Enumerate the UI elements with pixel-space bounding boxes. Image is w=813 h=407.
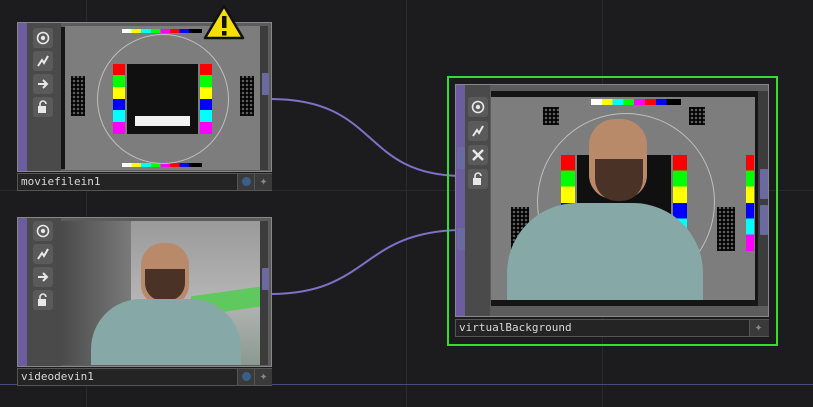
node-label-bar[interactable]: videodevin1 ✦ <box>17 368 272 386</box>
node-color-strip <box>456 85 465 316</box>
node-viewer-toggle[interactable] <box>237 369 255 385</box>
node-viewer-testpattern[interactable] <box>65 26 260 170</box>
viewer-icon[interactable] <box>33 221 53 241</box>
lock-icon[interactable] <box>468 169 488 189</box>
test-grid-right <box>240 76 254 116</box>
test-grid-left <box>71 76 85 116</box>
color-bar-edge <box>746 155 754 251</box>
display-arrow-icon[interactable] <box>33 267 53 287</box>
node-plus-button[interactable]: ✦ <box>254 369 272 385</box>
camera-person-shirt <box>91 299 241 365</box>
close-x-icon[interactable] <box>468 145 488 165</box>
output-connector[interactable] <box>262 73 269 95</box>
node-right-rail <box>260 26 268 170</box>
lock-icon[interactable] <box>33 290 53 310</box>
bypass-icon[interactable] <box>33 244 53 264</box>
lock-icon[interactable] <box>33 97 53 117</box>
color-bar-left <box>113 64 125 134</box>
test-white-block <box>135 116 190 126</box>
output-connector[interactable] <box>262 268 269 290</box>
input-connector-1[interactable] <box>457 147 465 169</box>
node-name-label[interactable]: videodevin1 <box>21 370 94 383</box>
test-grid-topleft <box>543 107 559 125</box>
node-color-strip <box>18 218 27 366</box>
node-viewer-toggle[interactable] <box>237 174 255 190</box>
node-viewer-camera[interactable] <box>61 221 267 365</box>
color-bar-top <box>122 29 202 33</box>
viewer-icon[interactable] <box>33 28 53 48</box>
display-arrow-icon[interactable] <box>33 74 53 94</box>
bypass-icon[interactable] <box>468 121 488 141</box>
node-label-bar[interactable]: moviefilein1 ✦ <box>17 173 272 191</box>
node-body[interactable] <box>17 22 272 172</box>
node-flag-column <box>27 23 61 171</box>
test-grid-right <box>717 207 735 251</box>
warning-icon[interactable] <box>203 4 245 44</box>
node-name-label[interactable]: moviefilein1 <box>21 175 100 188</box>
bypass-icon[interactable] <box>33 51 53 71</box>
node-body[interactable] <box>455 84 769 317</box>
node-flag-column <box>465 85 490 316</box>
node-flag-column <box>27 218 61 366</box>
node-body[interactable] <box>17 217 272 367</box>
composite-person-beard <box>595 159 643 201</box>
camera-person-beard <box>145 269 185 301</box>
node-label-bar[interactable]: virtualBackground ✦ <box>455 319 769 337</box>
color-bar-top <box>591 99 681 105</box>
node-right-rail <box>260 221 268 365</box>
output-connector-2[interactable] <box>760 205 768 235</box>
node-plus-button[interactable]: ✦ <box>749 320 769 336</box>
node-viewer-composite[interactable] <box>491 97 755 300</box>
node-name-label[interactable]: virtualBackground <box>459 321 572 334</box>
node-color-strip <box>18 23 27 171</box>
input-connector-2[interactable] <box>457 228 465 250</box>
viewer-icon[interactable] <box>468 97 488 117</box>
color-bar-right <box>200 64 212 134</box>
test-grid-topright <box>689 107 705 125</box>
wire-movie-to-virtualbackground[interactable] <box>269 98 461 177</box>
composite-person-shirt <box>507 203 703 300</box>
wire-video-to-virtualbackground[interactable] <box>269 229 461 295</box>
node-plus-button[interactable]: ✦ <box>254 174 272 190</box>
output-connector-1[interactable] <box>760 169 768 199</box>
